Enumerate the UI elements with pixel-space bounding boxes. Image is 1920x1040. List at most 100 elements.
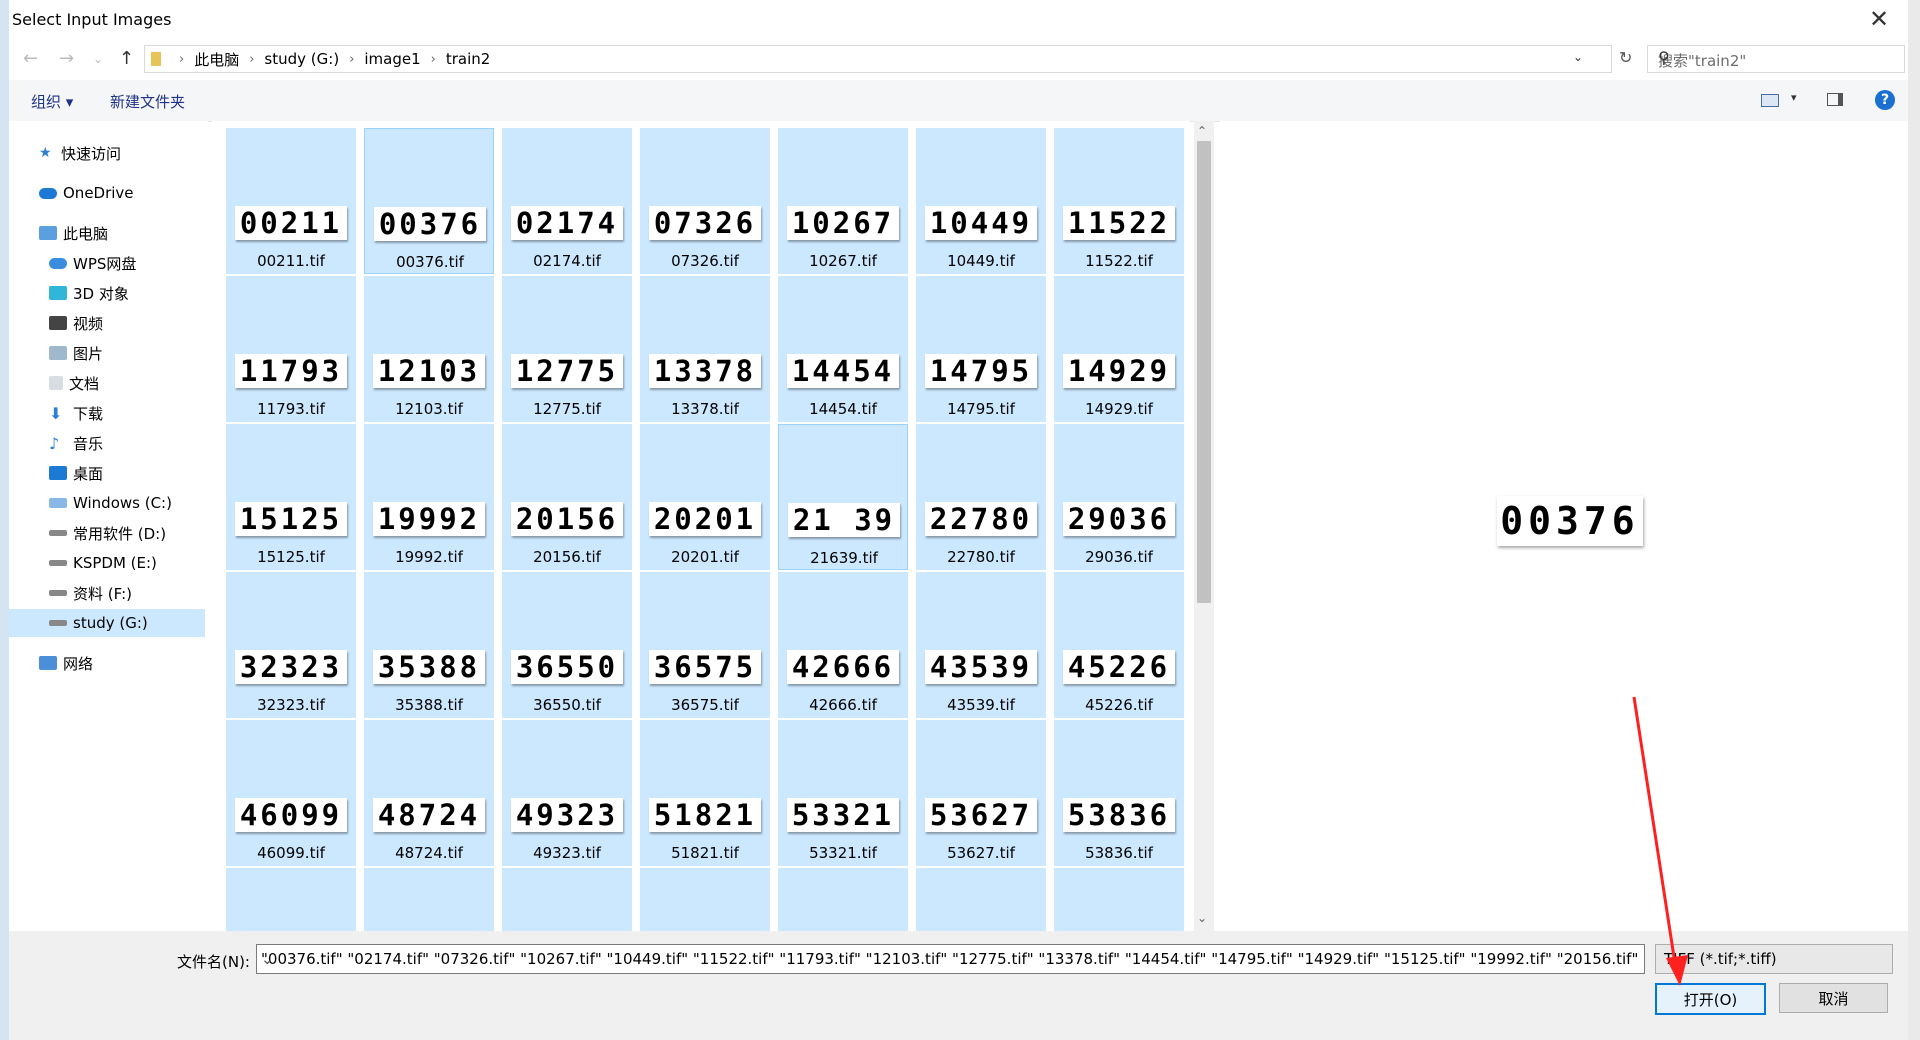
file-tile[interactable]: 19992 19992.tif (364, 424, 494, 570)
chevron-down-icon[interactable]: ⌄ (261, 950, 1638, 968)
bottom-bar: 文件名(N): "00376.tif" "02174.tif" "07326.t… (9, 931, 1908, 1040)
nav-drive-g[interactable]: study (G:) (9, 609, 205, 637)
file-tile[interactable]: 35388 35388.tif (364, 572, 494, 718)
file-tile[interactable]: 51821 51821.tif (640, 720, 770, 866)
recent-dropdown-icon[interactable]: ⌄ (93, 52, 103, 66)
file-tile[interactable]: 00211 00211.tif (226, 128, 356, 274)
file-tile[interactable]: 00376 00376.tif (364, 128, 494, 274)
address-bar[interactable]: › 此电脑 › study (G:) › image1 › train2 ⌄ (144, 45, 1612, 73)
help-icon[interactable]: ? (1875, 90, 1895, 110)
file-tile[interactable] (226, 868, 356, 931)
file-tile[interactable]: 10267 10267.tif (778, 128, 908, 274)
file-tile[interactable]: 21 39 21639.tif (778, 424, 908, 570)
file-tile[interactable]: 53836 53836.tif (1054, 720, 1184, 866)
file-thumbnail: 48724 (373, 798, 485, 832)
file-thumbnail: 20201 (649, 502, 761, 536)
file-tile[interactable]: 32323 32323.tif (226, 572, 356, 718)
scroll-down-icon[interactable]: ⌄ (1197, 911, 1207, 925)
filename-input[interactable]: "00376.tif" "02174.tif" "07326.tif" "102… (256, 944, 1645, 974)
computer-icon (39, 226, 57, 240)
organize-button[interactable]: 组织 ▾ (31, 91, 73, 112)
file-name: 10449.tif (947, 252, 1015, 270)
file-tile[interactable]: 12775 12775.tif (502, 276, 632, 422)
address-row: ← → ⌄ ↑ › 此电脑 › study (G:) › image1 › tr… (9, 40, 1908, 80)
file-tile[interactable]: 11522 11522.tif (1054, 128, 1184, 274)
file-thumbnail: 10449 (925, 206, 1037, 240)
file-tile[interactable]: 14929 14929.tif (1054, 276, 1184, 422)
up-arrow-icon[interactable]: ↑ (119, 48, 134, 69)
file-tile[interactable]: 11793 11793.tif (226, 276, 356, 422)
file-tile[interactable]: 53321 53321.tif (778, 720, 908, 866)
file-thumbnail: 12103 (373, 354, 485, 388)
file-tile[interactable]: 14454 14454.tif (778, 276, 908, 422)
command-bar: 组织 ▾ 新建文件夹 ▾ ? (9, 80, 1908, 122)
file-thumbnail: 14795 (925, 354, 1037, 388)
file-tile[interactable] (640, 868, 770, 931)
nav-quick-access[interactable]: ★ 快速访问 (39, 139, 234, 167)
refresh-icon[interactable]: ↻ (1619, 48, 1632, 67)
breadcrumb-study-g[interactable]: study (G:) (264, 50, 339, 68)
file-tile[interactable]: 49323 49323.tif (502, 720, 632, 866)
file-tile[interactable]: 36550 36550.tif (502, 572, 632, 718)
window-right-border (1908, 0, 1920, 1040)
view-options-icon[interactable] (1761, 94, 1779, 107)
search-icon: ⚲ (1658, 48, 1670, 67)
file-name: 53836.tif (1085, 844, 1153, 862)
file-tile[interactable]: 07326 07326.tif (640, 128, 770, 274)
file-thumbnail: 22780 (925, 502, 1037, 536)
file-tile[interactable]: 22780 22780.tif (916, 424, 1046, 570)
file-name: 53321.tif (809, 844, 877, 862)
file-tile[interactable]: 42666 42666.tif (778, 572, 908, 718)
breadcrumb-train2[interactable]: train2 (446, 50, 490, 68)
file-thumbnail: 45226 (1063, 650, 1175, 684)
nav-network[interactable]: 网络 (39, 649, 234, 677)
scroll-up-icon[interactable]: ⌃ (1197, 124, 1207, 138)
address-dropdown-icon[interactable]: ⌄ (1573, 50, 1583, 64)
chevron-right-icon[interactable]: › (179, 52, 184, 67)
file-tile[interactable]: 10449 10449.tif (916, 128, 1046, 274)
file-tile[interactable]: 15125 15125.tif (226, 424, 356, 570)
chevron-right-icon[interactable]: › (249, 52, 254, 67)
file-tile[interactable]: 48724 48724.tif (364, 720, 494, 866)
file-thumbnail: 11793 (235, 354, 347, 388)
close-icon[interactable]: ✕ (1864, 4, 1894, 34)
new-folder-button[interactable]: 新建文件夹 (110, 91, 185, 112)
file-tile[interactable]: 13378 13378.tif (640, 276, 770, 422)
chevron-down-icon[interactable]: ⌄ (1664, 950, 1884, 964)
file-tile[interactable]: 02174 02174.tif (502, 128, 632, 274)
chevron-right-icon[interactable]: › (431, 52, 436, 67)
vertical-scrollbar[interactable]: ⌃ ⌄ (1194, 121, 1214, 931)
breadcrumb-this-pc[interactable]: 此电脑 (194, 49, 239, 70)
file-tile[interactable]: 45226 45226.tif (1054, 572, 1184, 718)
open-button[interactable]: 打开(O) (1655, 983, 1766, 1015)
file-tile[interactable]: 12103 12103.tif (364, 276, 494, 422)
nav-this-pc[interactable]: 此电脑 (39, 219, 234, 247)
preview-pane-icon[interactable] (1827, 93, 1843, 106)
file-tile[interactable]: 20156 20156.tif (502, 424, 632, 570)
scrollbar-thumb[interactable] (1197, 141, 1211, 603)
file-tile[interactable] (778, 868, 908, 931)
file-tile[interactable]: 46099 46099.tif (226, 720, 356, 866)
file-tile[interactable]: 29036 29036.tif (1054, 424, 1184, 570)
back-arrow-icon[interactable]: ← (23, 48, 38, 69)
file-tile[interactable] (1054, 868, 1184, 931)
breadcrumb-image1[interactable]: image1 (364, 50, 420, 68)
file-tile[interactable]: 53627 53627.tif (916, 720, 1046, 866)
cancel-button[interactable]: 取消 (1779, 983, 1888, 1013)
file-tile[interactable]: 20201 20201.tif (640, 424, 770, 570)
file-tile[interactable] (364, 868, 494, 931)
forward-arrow-icon[interactable]: → (59, 48, 74, 69)
chevron-right-icon[interactable]: › (349, 52, 354, 67)
file-tile[interactable]: 14795 14795.tif (916, 276, 1046, 422)
file-tile[interactable] (502, 868, 632, 931)
filetype-select[interactable]: TIFF (*.tif;*.tiff) ⌄ (1655, 944, 1893, 974)
nav-onedrive[interactable]: OneDrive (39, 179, 234, 207)
file-tile[interactable]: 36575 36575.tif (640, 572, 770, 718)
drive-icon (49, 530, 67, 536)
search-input[interactable]: 搜索"train2" ⚲ (1647, 45, 1905, 73)
file-tile[interactable] (916, 868, 1046, 931)
nav-label: 下载 (73, 404, 104, 423)
drive-icon (49, 590, 67, 596)
file-tile[interactable]: 43539 43539.tif (916, 572, 1046, 718)
view-dropdown-icon[interactable]: ▾ (1791, 91, 1797, 104)
